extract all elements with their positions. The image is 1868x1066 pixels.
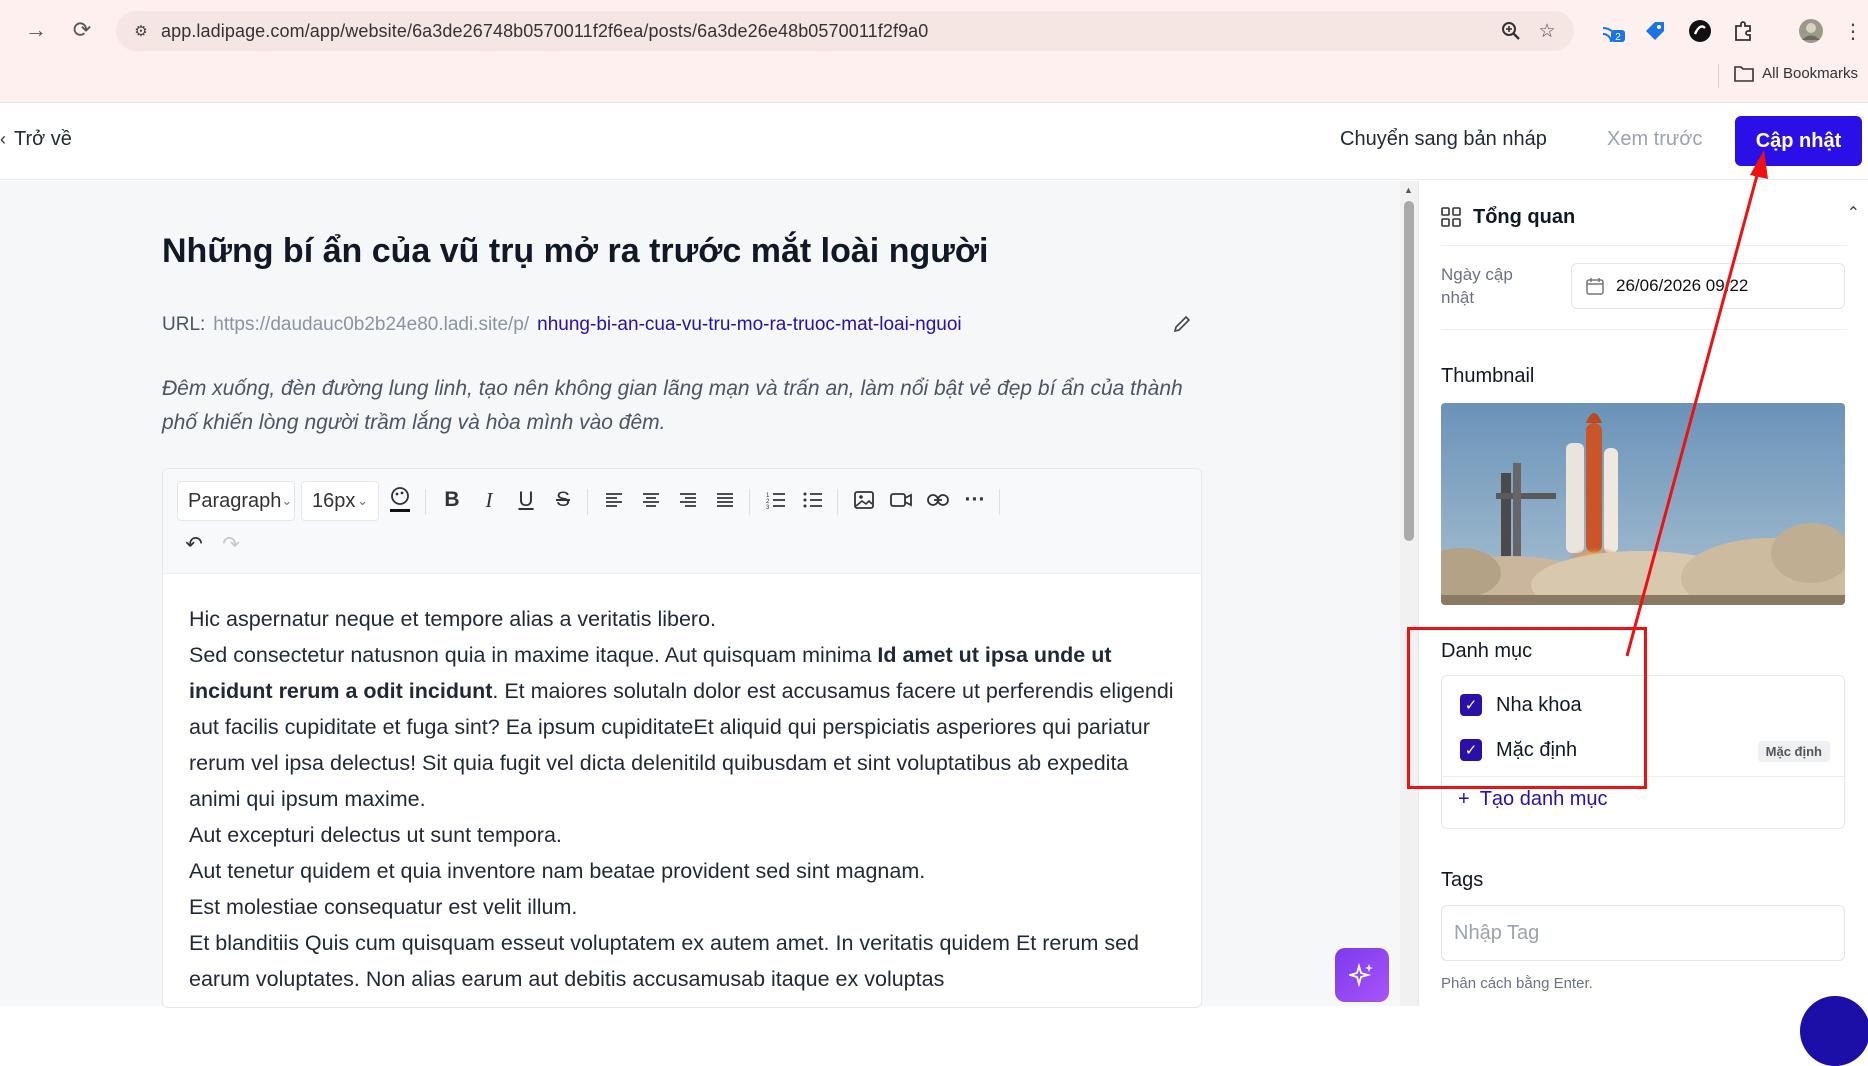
divider <box>1441 245 1847 246</box>
bookmarks-divider <box>1718 64 1719 88</box>
thumbnail-image[interactable] <box>1441 403 1845 605</box>
update-button[interactable]: Cập nhật <box>1735 116 1862 166</box>
annotation-highlight-box <box>1407 627 1647 789</box>
zoom-icon[interactable] <box>1500 20 1522 42</box>
profile-avatar[interactable] <box>1796 16 1826 46</box>
url-base: https://daudauc0b2b24e80.ladi.site/p/ <box>213 314 530 335</box>
all-bookmarks[interactable]: All Bookmarks <box>1734 64 1868 82</box>
grid-icon <box>1441 207 1461 227</box>
paragraph: Aut excepturi delectus ut sunt tempora. <box>189 823 562 847</box>
date-label: Ngày cập nhật <box>1441 265 1513 307</box>
overview-section-header[interactable]: Tổng quan <box>1441 199 1851 235</box>
align-left-icon[interactable] <box>597 483 631 517</box>
bookmarks-label: All Bookmarks <box>1762 64 1858 82</box>
tags-hint: Phân cách bằng Enter. <box>1441 975 1593 992</box>
url-text[interactable]: app.ladipage.com/app/website/6a3de26748b… <box>161 21 928 42</box>
toolbar-separator <box>999 489 1000 515</box>
underline-icon[interactable]: U <box>509 483 543 517</box>
post-title[interactable]: Những bí ẩn của vũ trụ mở ra trước mắt l… <box>162 232 988 271</box>
paragraph: Sed consectetur natusnon quia in maxime … <box>189 637 1179 817</box>
plus-icon: + <box>1458 788 1470 810</box>
cast-extension-icon[interactable]: 2 <box>1598 16 1628 46</box>
reload-icon[interactable]: ⟳ <box>64 12 100 48</box>
extensions-icon[interactable] <box>1728 16 1758 46</box>
block-type-value: Paragraph <box>188 489 282 512</box>
back-label: Trở về <box>14 128 72 150</box>
toolbar-separator <box>425 489 426 515</box>
pencil-icon[interactable] <box>1172 314 1192 340</box>
back-button[interactable]: ‹ Trở về <box>0 128 72 151</box>
editor-content[interactable]: Hic aspernatur neque et tempore alias a … <box>189 601 1179 997</box>
paragraph: Aut tenetur quidem et quia inventore nam… <box>189 859 926 883</box>
strikethrough-icon[interactable]: S <box>546 483 580 517</box>
scroll-thumb[interactable] <box>1404 201 1414 541</box>
date-value: 26/06/2026 09:22 <box>1616 276 1749 295</box>
scroll-up-arrow-icon[interactable]: ▲ <box>1404 185 1413 195</box>
app-header: ‹ Trở về Chuyển sang bản nháp Xem trước <box>0 104 1868 180</box>
text-color-icon[interactable] <box>383 483 417 517</box>
forward-icon[interactable]: → <box>18 12 54 48</box>
circle-extension-icon[interactable] <box>1685 16 1715 46</box>
address-bar[interactable]: ⚙ app.ladipage.com/app/website/6a3de2674… <box>116 11 1574 51</box>
sparkle-icon <box>1349 962 1373 988</box>
calendar-icon <box>1586 278 1604 295</box>
tag-extension-icon[interactable] <box>1640 16 1670 46</box>
settings-sidebar: Tổng quan ⌃ Ngày cập nhật 26/06/2026 09:… <box>1418 181 1868 1006</box>
toolbar-separator <box>749 489 750 515</box>
rich-text-editor: Paragraph ⌄ 16px ⌄ B I U S 123 ··· ↶ ↷ H… <box>162 468 1202 1008</box>
chevron-up-icon[interactable]: ⌃ <box>1847 203 1860 223</box>
editor-scrollbar[interactable]: ▲ <box>1400 181 1418 1006</box>
post-description[interactable]: Đêm xuống, đèn đường lung linh, tạo nên … <box>162 372 1212 440</box>
align-center-icon[interactable] <box>634 483 668 517</box>
font-size-select[interactable]: 16px ⌄ <box>301 481 379 521</box>
site-info-icon[interactable]: ⚙ <box>130 20 152 42</box>
video-icon[interactable] <box>884 483 918 517</box>
ordered-list-icon[interactable]: 123 <box>759 483 793 517</box>
url-label: URL: <box>162 314 206 335</box>
extension-badge: 2 <box>1615 32 1621 43</box>
italic-icon[interactable]: I <box>472 483 506 517</box>
chevron-down-icon: ⌄ <box>357 493 368 508</box>
default-badge: Mặc định <box>1757 741 1830 762</box>
url-slug[interactable]: nhung-bi-an-cua-vu-tru-mo-ra-truoc-mat-l… <box>537 314 962 335</box>
folder-icon <box>1734 66 1754 82</box>
create-category-button[interactable]: + Tạo danh mục <box>1458 788 1608 811</box>
align-justify-icon[interactable] <box>708 483 742 517</box>
paragraph: Et blanditiis Quis cum quisquam esseut v… <box>189 931 1140 991</box>
divider <box>1441 329 1847 330</box>
preview-button[interactable]: Xem trước <box>1607 128 1702 151</box>
svg-text:3: 3 <box>766 505 770 509</box>
ai-assistant-button[interactable] <box>1335 948 1389 1002</box>
tags-label: Tags <box>1441 869 1484 891</box>
browser-chrome: → ⟳ ⚙ app.ladipage.com/app/website/6a3de… <box>0 0 1868 103</box>
toolbar-separator <box>587 489 588 515</box>
tags-input[interactable]: Nhập Tag <box>1441 905 1845 961</box>
paragraph: Est molestiae consequatur est velit illu… <box>189 895 578 919</box>
editor-toolbar: Paragraph ⌄ 16px ⌄ B I U S 123 ··· ↶ ↷ <box>163 469 1201 574</box>
bold-icon[interactable]: B <box>435 483 469 517</box>
text-run: Sed consectetur natusnon quia in maxime … <box>189 643 878 667</box>
overview-title: Tổng quan <box>1473 205 1576 228</box>
redo-icon[interactable]: ↷ <box>214 527 248 561</box>
browser-menu-icon[interactable]: ⋮ <box>1838 16 1868 46</box>
link-icon[interactable] <box>921 483 955 517</box>
chevron-down-icon: ⌄ <box>281 493 293 508</box>
image-icon[interactable] <box>847 483 881 517</box>
star-icon[interactable]: ☆ <box>1536 20 1558 42</box>
floating-action-button[interactable] <box>1800 996 1868 1066</box>
post-url-row: URL: https://daudauc0b2b24e80.ladi.site/p… <box>162 314 962 336</box>
date-input[interactable]: 26/06/2026 09:22 <box>1571 263 1845 309</box>
chevron-left-icon: ‹ <box>0 129 6 149</box>
undo-icon[interactable]: ↶ <box>177 527 211 561</box>
more-options-icon[interactable]: ··· <box>958 483 992 517</box>
font-size-value: 16px <box>312 489 356 512</box>
paragraph: Hic aspernatur neque et tempore alias a … <box>189 607 717 631</box>
switch-to-draft-button[interactable]: Chuyển sang bản nháp <box>1340 128 1547 151</box>
bullet-list-icon[interactable] <box>796 483 830 517</box>
thumbnail-label: Thumbnail <box>1441 365 1535 387</box>
block-type-select[interactable]: Paragraph ⌄ <box>177 481 295 521</box>
align-right-icon[interactable] <box>671 483 705 517</box>
toolbar-separator <box>837 489 838 515</box>
create-category-label: Tạo danh mục <box>1479 788 1608 810</box>
